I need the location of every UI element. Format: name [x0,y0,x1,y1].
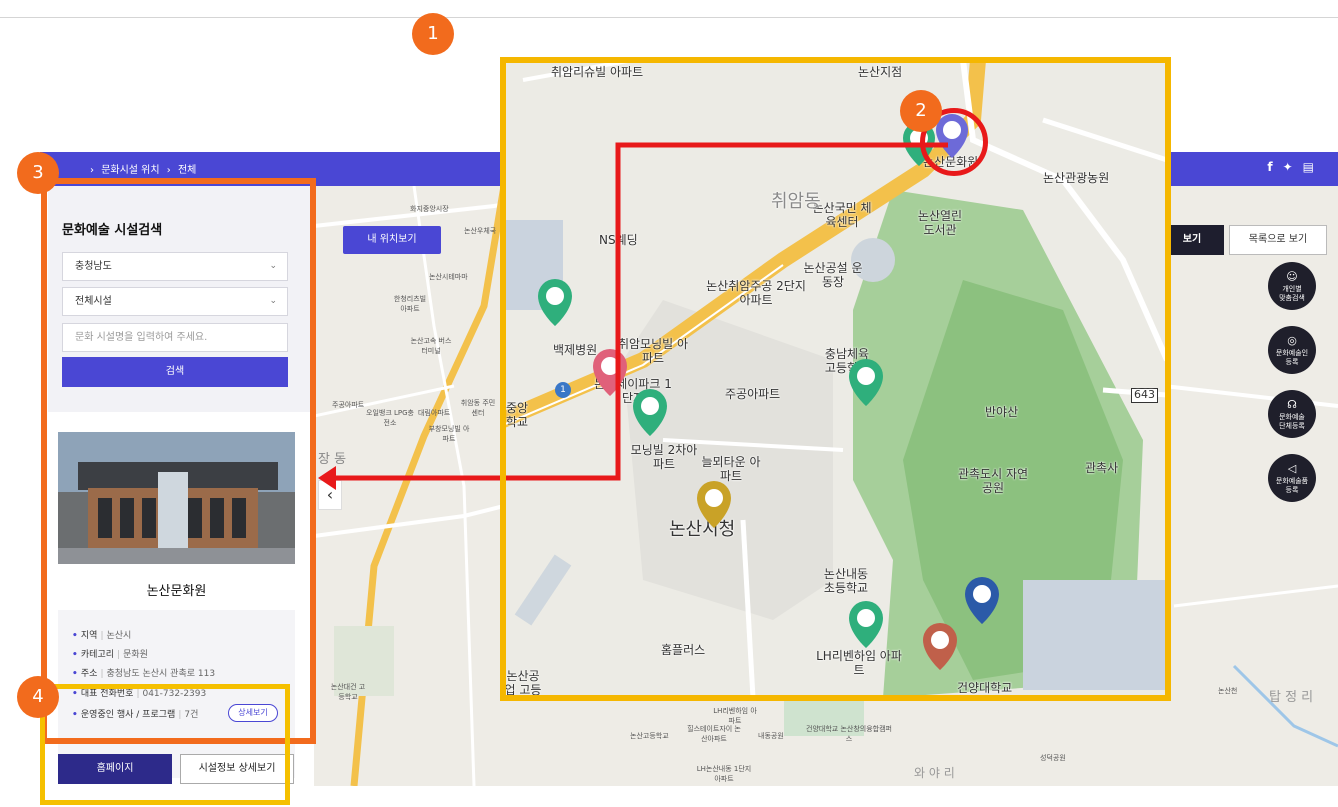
annotation-marker-3: 3 [17,152,59,194]
annotation-frame-buttons [40,684,290,805]
annotation-frame-panel [41,178,316,744]
screen: 화지중앙시장 논산우체국 논산시테마마 한청리츠빌 아파트 논산고속 버스터미널… [0,0,1338,807]
annotation-marker-4: 4 [17,676,59,718]
annotation-frame-zoom [500,57,1171,701]
annotation-marker-1: 1 [412,13,454,55]
annotation-marker-2: 2 [900,90,942,132]
